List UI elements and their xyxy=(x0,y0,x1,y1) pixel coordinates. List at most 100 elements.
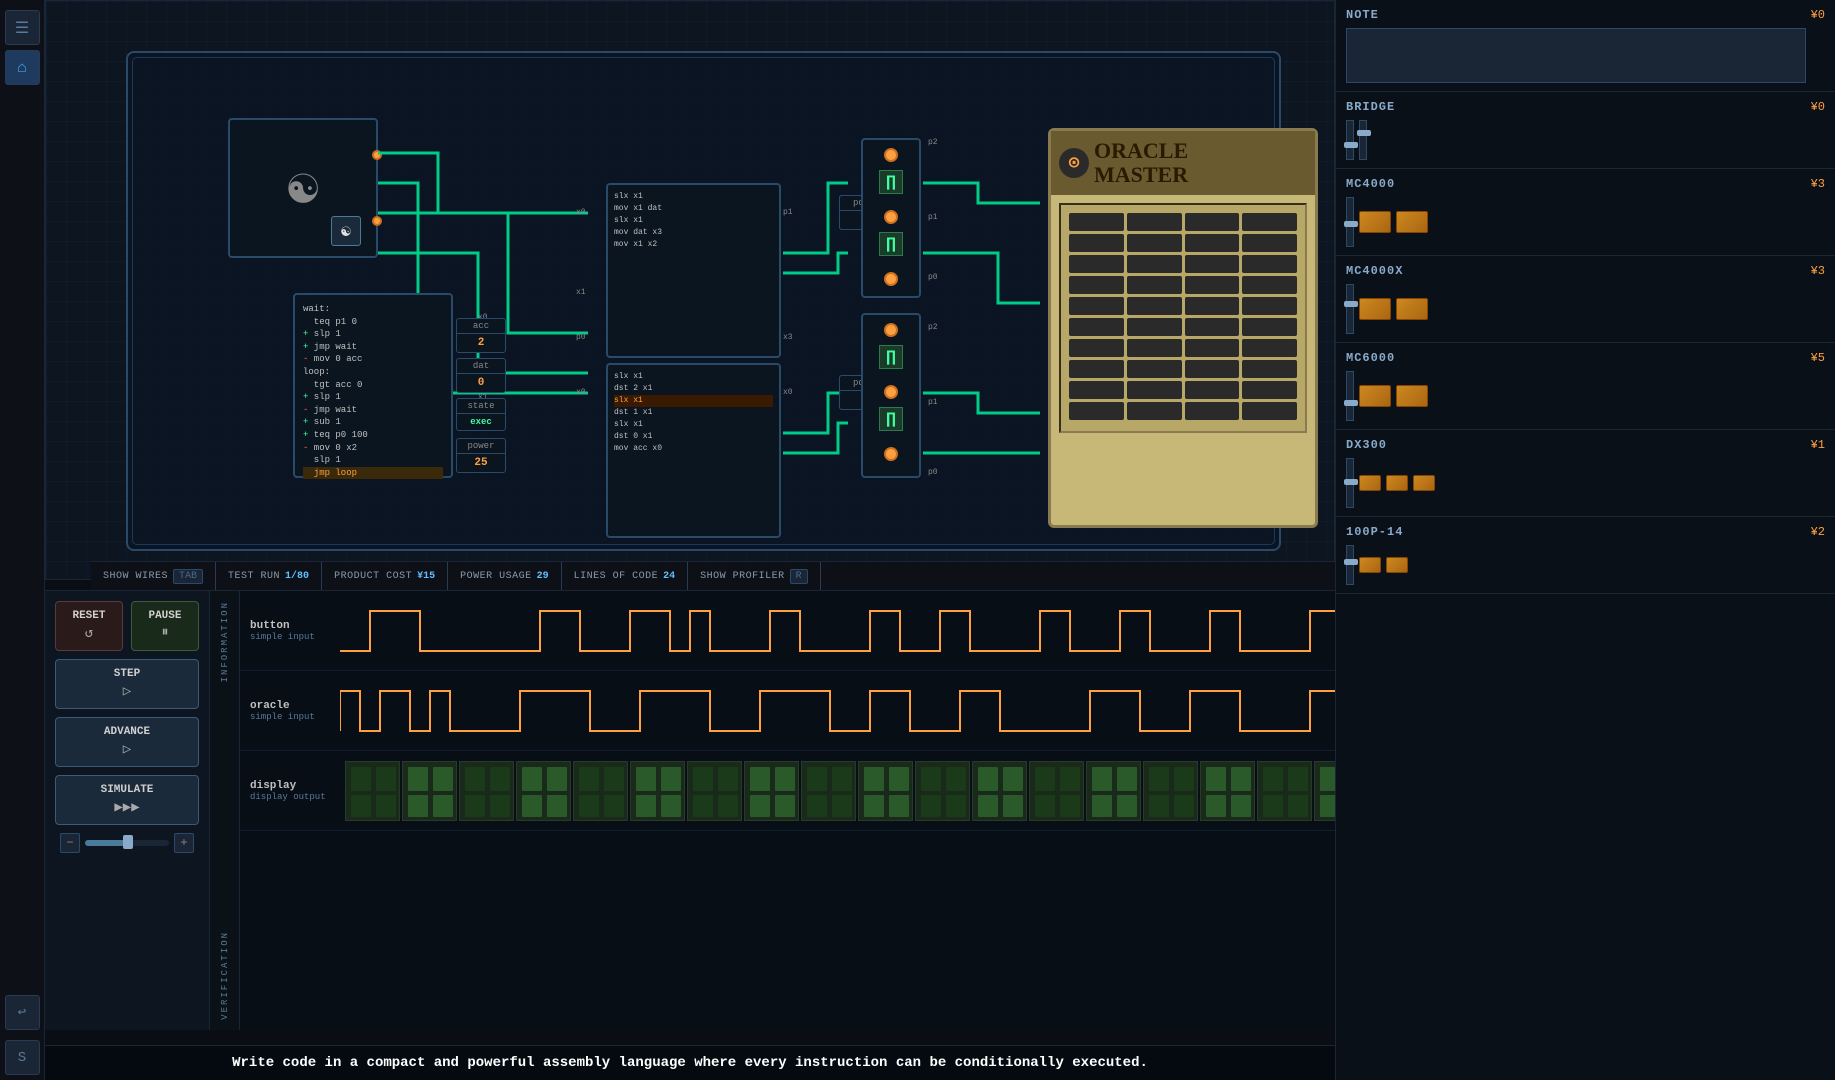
module-code-left[interactable]: wait: teq p1 0 + slp 1 + jmp wait - mov … xyxy=(293,293,453,478)
reg-acc-left-label: acc xyxy=(457,319,505,334)
mc6000-slider[interactable] xyxy=(1346,371,1354,421)
lines-of-code-item: LINES OF CODE 24 xyxy=(562,562,689,591)
vol-track[interactable] xyxy=(85,840,169,846)
reg-dat-left-value: 0 xyxy=(457,374,505,392)
dx300-slider-handle[interactable] xyxy=(1344,479,1358,485)
gate-square-bot-2: ∏ xyxy=(879,407,903,431)
dx300-chip-3[interactable] xyxy=(1413,475,1435,491)
advance-button[interactable]: ADVANCE ▷ xyxy=(55,717,199,767)
display-row: display display output xyxy=(240,751,1335,831)
display-frame-8 xyxy=(744,761,799,821)
display-frame-12 xyxy=(972,761,1027,821)
step-button[interactable]: STEP ▷ xyxy=(55,659,199,709)
instrument-note: NOTE ¥0 xyxy=(1336,0,1835,92)
instrument-mc4000: MC4000 ¥3 xyxy=(1336,169,1835,256)
sidebar-settings-btn[interactable]: S xyxy=(5,1040,40,1075)
gate-square-1: ∏ xyxy=(879,170,903,194)
oracle-title-bar: ⊙ ORACLE MASTER xyxy=(1051,131,1315,195)
display-frame-4 xyxy=(516,761,571,821)
vol-handle[interactable] xyxy=(123,835,133,849)
sidebar-menu-btn[interactable]: ☰ xyxy=(5,10,40,45)
100p14-chip-1[interactable] xyxy=(1359,557,1381,573)
reg-dat-left: dat 0 xyxy=(456,358,506,393)
info-sidebar: INFORMATION VERIFICATION xyxy=(210,591,240,1030)
100p14-chip-2[interactable] xyxy=(1386,557,1408,573)
mc4000-slider-handle[interactable] xyxy=(1344,221,1358,227)
bottom-text-bar: Write code in a compact and powerful ass… xyxy=(45,1045,1335,1080)
simulate-button[interactable]: SIMULATE ▶▶▶ xyxy=(55,775,199,825)
display-frame-10 xyxy=(858,761,913,821)
information-tab[interactable]: INFORMATION xyxy=(215,591,235,692)
mc6000-chip-2[interactable] xyxy=(1396,385,1428,407)
conn-dot-right-top xyxy=(372,150,382,160)
bridge-slider[interactable] xyxy=(1346,120,1354,160)
display-frame-16 xyxy=(1200,761,1255,821)
vol-fill xyxy=(85,840,127,846)
circuit-frame: ☯ ☯ x0 x1 p0 x0 xyxy=(126,51,1281,551)
100p14-slider-handle[interactable] xyxy=(1344,559,1358,565)
reset-icon: ↺ xyxy=(85,625,93,642)
display-frame-17 xyxy=(1257,761,1312,821)
main-canvas: ☯ ☯ x0 x1 p0 x0 xyxy=(45,0,1335,580)
mc4000x-slider[interactable] xyxy=(1346,284,1354,334)
volume-control[interactable]: − + xyxy=(55,833,199,853)
display-frame-7 xyxy=(687,761,742,821)
test-run-item: TEST RUN 1/80 xyxy=(216,562,322,591)
right-panel: NOTE ¥0 BRIDGE ¥0 MC4000 ¥3 xyxy=(1335,0,1835,1080)
mc4000x-slider-handle[interactable] xyxy=(1344,301,1358,307)
100p14-slider[interactable] xyxy=(1346,545,1354,585)
bridge-slider-handle[interactable] xyxy=(1344,142,1358,148)
module-yinyang[interactable]: ☯ ☯ xyxy=(228,118,378,258)
mc4000-chip-1[interactable] xyxy=(1359,211,1391,233)
vol-up-btn[interactable]: + xyxy=(174,833,194,853)
show-wires-item[interactable]: SHOW WIRES TAB xyxy=(91,562,216,591)
waveform-area: button simple input oracle simple input xyxy=(240,591,1335,1030)
module-mid-bot[interactable]: slx x1 dst 2 x1 slx x1 dst 1 x1 slx x1 d… xyxy=(606,363,781,538)
mc4000-chips xyxy=(1346,197,1825,247)
mc4000-chip-2[interactable] xyxy=(1396,211,1428,233)
waveform-button-svg xyxy=(340,591,1335,670)
mc4000x-chip-2[interactable] xyxy=(1396,298,1428,320)
sidebar-home-btn[interactable]: ⌂ xyxy=(5,50,40,85)
note-display xyxy=(1346,28,1806,83)
verification-tab[interactable]: VERIFICATION xyxy=(215,921,235,1030)
conn-dot-right-bot xyxy=(372,216,382,226)
mc6000-slider-handle[interactable] xyxy=(1344,400,1358,406)
display-frame-15 xyxy=(1143,761,1198,821)
instrument-mc6000: MC6000 ¥5 xyxy=(1336,343,1835,430)
oracle-logo: ⊙ xyxy=(1059,148,1089,178)
gate-module-top: ∏ ∏ xyxy=(861,138,921,298)
reset-button[interactable]: RESET ↺ xyxy=(55,601,123,651)
bridge-slider-2-handle[interactable] xyxy=(1357,130,1371,136)
show-profiler-item[interactable]: SHOW PROFILER R xyxy=(688,562,821,591)
port-p0-gate-top: p0 xyxy=(928,273,938,282)
dx300-slider[interactable] xyxy=(1346,458,1354,508)
reg-power-left: power 25 xyxy=(456,438,506,473)
bridge-slider-2[interactable] xyxy=(1359,120,1367,160)
gate-circle-bot-2 xyxy=(884,385,898,399)
display-frame-5 xyxy=(573,761,628,821)
module-mid-top[interactable]: slx x1 mov x1 dat slx x1 mov dat x3 mov … xyxy=(606,183,781,358)
sidebar-back-btn[interactable]: ↩ xyxy=(5,995,40,1030)
mc6000-chip-1[interactable] xyxy=(1359,385,1391,407)
left-sidebar: ☰ ⌂ ↩ S xyxy=(0,0,45,1080)
yinyang-icon: ☯ xyxy=(288,157,318,219)
signal-label-display: display display output xyxy=(240,775,340,807)
mc4000x-chip-1[interactable] xyxy=(1359,298,1391,320)
signal-row-button: button simple input xyxy=(240,591,1335,671)
reg-state-left: state exec xyxy=(456,398,506,431)
reg-power-left-value: 25 xyxy=(457,454,505,472)
vol-down-btn[interactable]: − xyxy=(60,833,80,853)
100p14-chips xyxy=(1346,545,1825,585)
pause-button[interactable]: PAUSE ⏸ xyxy=(131,601,199,651)
dx300-chip-2[interactable] xyxy=(1386,475,1408,491)
yinyang-small-icon: ☯ xyxy=(331,216,361,246)
display-frame-14 xyxy=(1086,761,1141,821)
dx300-chip-1[interactable] xyxy=(1359,475,1381,491)
port-x3-mid-top-out: x3 xyxy=(783,333,793,342)
power-usage-item: POWER USAGE 29 xyxy=(448,562,562,591)
display-frame-3 xyxy=(459,761,514,821)
instrument-100p14: 100P-14 ¥2 xyxy=(1336,517,1835,594)
port-p0-gate-bot: p0 xyxy=(928,468,938,477)
mc4000-slider[interactable] xyxy=(1346,197,1354,247)
